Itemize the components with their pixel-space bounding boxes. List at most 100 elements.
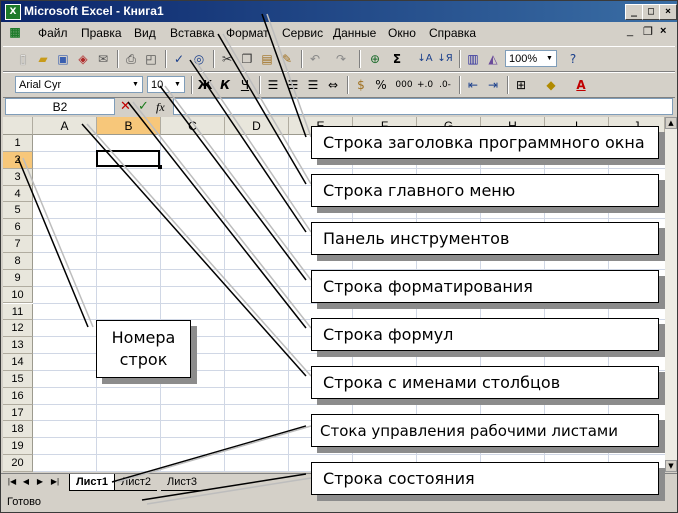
decrease-decimal-icon[interactable]: .0- [437, 77, 453, 93]
row-header[interactable]: 8 [3, 252, 33, 270]
select-all-corner[interactable] [3, 117, 33, 135]
row-header[interactable]: 4 [3, 185, 33, 203]
autosum-icon[interactable]: Σ [389, 51, 405, 67]
bold-button[interactable]: Ж [197, 77, 213, 93]
redo-icon[interactable]: ↷ [333, 51, 349, 67]
email-icon[interactable]: ✉ [95, 51, 111, 67]
row-header[interactable]: 11 [3, 303, 33, 321]
name-box[interactable]: B2 [5, 98, 115, 115]
row-header[interactable]: 12 [3, 320, 33, 338]
enter-icon[interactable]: ✓ [138, 99, 149, 114]
align-right-icon[interactable]: ☰ [305, 77, 321, 93]
borders-icon[interactable]: ⊞ [513, 77, 529, 93]
last-sheet-icon[interactable]: ▶| [49, 474, 61, 490]
row-header[interactable]: 13 [3, 337, 33, 355]
row-header[interactable]: 6 [3, 219, 33, 237]
font-name-select[interactable]: Arial Cyr ▼ [15, 76, 143, 93]
row-header[interactable]: 14 [3, 354, 33, 371]
save-icon[interactable]: ▣ [55, 51, 71, 67]
doc-restore-icon[interactable]: ❐ [643, 25, 653, 38]
row-header[interactable]: 5 [3, 202, 33, 220]
menu-service[interactable]: Сервис [282, 26, 323, 40]
print-icon[interactable]: ⎙ [123, 51, 139, 67]
paste-icon[interactable]: ▤ [259, 51, 275, 67]
chart-wizard-icon[interactable]: ▥ [465, 51, 481, 67]
increase-indent-icon[interactable]: ⇥ [485, 77, 501, 93]
doc-close-icon[interactable]: × [660, 25, 666, 37]
row-header[interactable]: 1 [3, 135, 33, 152]
first-sheet-icon[interactable]: |◀ [7, 474, 17, 490]
chevron-down-icon[interactable]: ▼ [171, 77, 184, 92]
active-cell-b2[interactable] [96, 150, 160, 167]
next-sheet-icon[interactable]: ▶ [35, 474, 45, 490]
open-icon[interactable]: ▰ [35, 51, 51, 67]
title-bar[interactable]: X Microsoft Excel - Книга1 _ □ × [1, 1, 677, 22]
column-header[interactable]: D [225, 117, 289, 135]
undo-icon[interactable]: ↶ [307, 51, 323, 67]
font-color-icon[interactable]: A [573, 77, 589, 93]
permission-icon[interactable]: ◈ [75, 51, 91, 67]
research-icon[interactable]: ◎ [191, 51, 207, 67]
scroll-down-icon[interactable]: ▼ [665, 460, 677, 472]
fill-handle[interactable] [158, 165, 162, 169]
drawing-icon[interactable]: ◭ [485, 51, 501, 67]
cancel-icon[interactable]: ✕ [120, 99, 131, 114]
hyperlink-icon[interactable]: ⊕ [367, 51, 383, 67]
column-header[interactable]: B [97, 117, 161, 135]
menu-file[interactable]: Файл [38, 26, 68, 40]
menu-view[interactable]: Вид [134, 26, 156, 40]
copy-icon[interactable]: ❐ [239, 51, 255, 67]
sheet-tab-1[interactable]: Лист1 [69, 474, 115, 491]
decrease-indent-icon[interactable]: ⇤ [465, 77, 481, 93]
column-header[interactable]: C [161, 117, 225, 135]
currency-icon[interactable]: $ [353, 77, 369, 93]
sort-ascending-icon[interactable]: ↓A [417, 51, 433, 67]
align-left-icon[interactable]: ☰ [265, 77, 281, 93]
column-header[interactable]: A [33, 117, 97, 135]
row-header[interactable]: 18 [3, 421, 33, 439]
maximize-button[interactable]: □ [642, 4, 660, 20]
document-icon[interactable]: ▦ [7, 24, 23, 40]
increase-decimal-icon[interactable]: +.0 [417, 77, 433, 93]
fx-icon[interactable]: fx [156, 100, 165, 115]
chevron-down-icon[interactable]: ▼ [543, 51, 556, 66]
row-header[interactable]: 15 [3, 370, 33, 388]
font-size-select[interactable]: 10 ▼ [147, 76, 185, 93]
formula-input[interactable] [173, 98, 673, 115]
preview-icon[interactable]: ◰ [143, 51, 159, 67]
sheet-tab-3[interactable]: Лист3 [161, 474, 203, 491]
excel-icon[interactable]: X [5, 4, 21, 20]
new-icon[interactable]: ▯ [15, 51, 31, 67]
thousands-icon[interactable]: 000 [393, 77, 415, 93]
menu-insert[interactable]: Вставка [170, 26, 215, 40]
menu-edit[interactable]: Правка [81, 26, 122, 40]
menu-data[interactable]: Данные [333, 26, 376, 40]
italic-button[interactable]: К [217, 77, 233, 93]
align-center-icon[interactable]: ☰ [285, 77, 301, 93]
scroll-up-icon[interactable]: ▲ [665, 117, 677, 129]
row-header[interactable]: 2 [3, 151, 33, 169]
row-header[interactable]: 16 [3, 387, 33, 405]
format-painter-icon[interactable]: ✎ [279, 51, 295, 67]
underline-button[interactable]: Ч [237, 77, 253, 93]
merge-center-icon[interactable]: ⇔ [325, 77, 341, 93]
doc-minimize-icon[interactable]: _ [627, 25, 633, 37]
close-button[interactable]: × [659, 4, 677, 20]
prev-sheet-icon[interactable]: ◀ [21, 474, 31, 490]
row-header[interactable]: 3 [3, 168, 33, 186]
sort-descending-icon[interactable]: ↓Я [437, 51, 453, 67]
spelling-icon[interactable]: ✓ [171, 51, 187, 67]
row-header[interactable]: 17 [3, 404, 33, 422]
fill-color-icon[interactable]: ◆ [543, 77, 559, 93]
help-icon[interactable]: ? [565, 51, 581, 67]
row-header[interactable]: 9 [3, 269, 33, 287]
row-header[interactable]: 7 [3, 236, 33, 253]
menu-format[interactable]: Формат [226, 26, 269, 40]
minimize-button[interactable]: _ [625, 4, 643, 20]
cut-icon[interactable]: ✂ [219, 51, 235, 67]
row-header[interactable]: 19 [3, 438, 33, 456]
menu-help[interactable]: Справка [429, 26, 476, 40]
chevron-down-icon[interactable]: ▼ [129, 77, 142, 92]
percent-icon[interactable]: % [373, 77, 389, 93]
row-header[interactable]: 20 [3, 455, 33, 472]
